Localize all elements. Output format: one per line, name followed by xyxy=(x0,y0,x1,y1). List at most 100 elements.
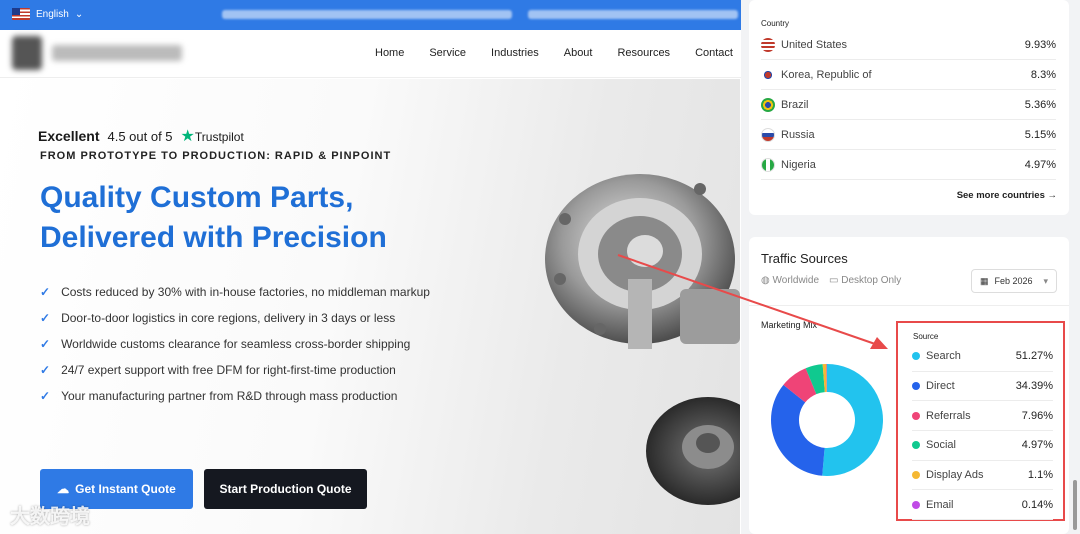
date-dropdown[interactable]: ▦ Feb 2026 ▾ xyxy=(971,269,1057,293)
source-name: Referrals xyxy=(926,409,971,422)
country-card: Country United States 9.93% Korea, Repub… xyxy=(749,0,1069,215)
calendar-icon: ▦ xyxy=(980,275,989,286)
country-pct: 5.15% xyxy=(1024,128,1056,141)
see-more-countries-link[interactable]: See more countries → xyxy=(957,190,1057,201)
country-name: Korea, Republic of xyxy=(781,68,872,81)
source-name: Social xyxy=(926,439,956,452)
nav-item-contact[interactable]: Contact xyxy=(695,47,733,59)
country-row-korea: Korea, Republic of 8.3% xyxy=(761,60,1056,90)
country-pct: 9.93% xyxy=(1024,38,1056,51)
country-row-nigeria: Nigeria 4.97% xyxy=(761,150,1056,180)
legend-dot-icon xyxy=(912,500,920,509)
hero-headline: Quality Custom Parts, Delivered with Pre… xyxy=(40,178,387,258)
trustpilot-label: Trustpilot xyxy=(194,130,244,144)
russia-flag-icon xyxy=(761,127,775,142)
country-name: United States xyxy=(781,38,848,51)
marketing-mix-label: Marketing Mix xyxy=(761,320,818,330)
source-label: Source xyxy=(913,332,939,341)
blurred-contact-info xyxy=(222,10,512,19)
brazil-flag-icon xyxy=(761,97,775,112)
check-icon: ✓ xyxy=(40,337,51,351)
legend-dot-icon xyxy=(912,352,920,361)
headline-line-1: Quality Custom Parts, xyxy=(40,181,354,214)
benefit-text: Costs reduced by 30% with in-house facto… xyxy=(61,285,430,299)
source-pct: 0.14% xyxy=(1021,498,1053,511)
source-pct: 7.96% xyxy=(1021,409,1053,422)
source-name: Direct xyxy=(926,380,955,393)
source-row-referrals: Referrals 7.96% xyxy=(912,401,1053,432)
traffic-sources-title: Traffic Sources xyxy=(761,251,848,266)
source-name: Display Ads xyxy=(926,469,984,482)
benefit-list: ✓ Costs reduced by 30% with in-house fact… xyxy=(40,279,430,409)
country-row-brazil: Brazil 5.36% xyxy=(761,90,1056,120)
benefit-text: 24/7 expert support with free DFM for ri… xyxy=(61,363,396,377)
source-row-direct: Direct 34.39% xyxy=(912,372,1053,402)
legend-dot-icon xyxy=(912,471,920,480)
us-flag-icon xyxy=(761,37,775,52)
source-row-social: Social 4.97% xyxy=(912,431,1053,461)
source-name: Email xyxy=(926,498,954,511)
blurred-brand-name xyxy=(52,45,182,61)
hero-tagline: FROM PROTOTYPE TO PRODUCTION: RAPID & PI… xyxy=(40,150,392,162)
country-pct: 8.3% xyxy=(1030,68,1056,81)
headline-line-2: Delivered with Precision xyxy=(40,221,387,254)
logo[interactable] xyxy=(12,36,42,70)
list-item: ✓ 24/7 expert support with free DFM for r… xyxy=(40,357,430,383)
source-name: Search xyxy=(926,350,961,363)
nigeria-flag-icon xyxy=(761,157,775,172)
donut-slice-search[interactable] xyxy=(822,364,883,476)
country-label: Country xyxy=(761,19,790,28)
country-pct: 5.36% xyxy=(1024,98,1056,111)
source-pct: 4.97% xyxy=(1021,439,1053,452)
traffic-filters: ◍ Worldwide ▭ Desktop Only xyxy=(761,275,901,286)
benefit-text: Your manufacturing partner from R&D thro… xyxy=(61,389,398,403)
nav-menu: Home Service Industries About Resources … xyxy=(375,47,733,59)
link-label: See more countries xyxy=(956,190,1045,201)
marketing-mix-donut-chart xyxy=(771,364,883,476)
benefit-text: Door-to-door logistics in core regions, … xyxy=(61,311,396,325)
rating-text: 4.5 out of 5 xyxy=(107,128,173,144)
nav-item-service[interactable]: Service xyxy=(429,47,466,59)
country-row-russia: Russia 5.15% xyxy=(761,120,1056,150)
source-row-display-ads: Display Ads 1.1% xyxy=(912,461,1053,491)
watermark: 大数跨境 xyxy=(10,506,90,528)
nav-item-resources[interactable]: Resources xyxy=(617,47,670,59)
trustpilot-rating[interactable]: Excellent 4.5 out of 5 ★Trustpilot xyxy=(38,126,244,146)
nav-item-about[interactable]: About xyxy=(564,47,593,59)
source-pct: 1.1% xyxy=(1027,469,1053,482)
legend-dot-icon xyxy=(912,411,920,420)
check-icon: ✓ xyxy=(40,285,51,299)
benefit-text: Worldwide customs clearance for seamless… xyxy=(61,337,411,351)
legend-dot-icon xyxy=(912,382,920,391)
korea-flag-icon xyxy=(761,67,775,82)
donut-slice-direct[interactable] xyxy=(771,384,825,476)
list-item: ✓ Your manufacturing partner from R&D thr… xyxy=(40,383,430,409)
chevron-down-icon: ⌄ xyxy=(74,8,84,20)
source-row-search: Search 51.27% xyxy=(912,342,1053,372)
scrollbar[interactable] xyxy=(1073,480,1077,530)
language-label: English xyxy=(36,8,69,20)
divider xyxy=(749,305,1069,306)
list-item: ✓ Door-to-door logistics in core regions,… xyxy=(40,305,430,331)
start-production-quote-button[interactable]: Start Production Quote xyxy=(204,469,367,509)
check-icon: ✓ xyxy=(40,363,51,377)
list-item: ✓ Costs reduced by 30% with in-house fact… xyxy=(40,279,430,305)
list-item: ✓ Worldwide customs clearance for seamles… xyxy=(40,331,430,357)
legend-dot-icon xyxy=(912,441,920,450)
monitor-icon: ▭ xyxy=(829,275,839,286)
blurred-contact-info xyxy=(528,10,738,19)
source-row-email: Email 0.14% xyxy=(912,491,1053,521)
rating-word: Excellent xyxy=(38,128,100,144)
check-icon: ✓ xyxy=(40,311,51,325)
trustpilot-star-icon: ★ xyxy=(180,128,195,145)
language-selector[interactable]: English ⌄ xyxy=(12,8,83,20)
country-pct: 4.97% xyxy=(1024,158,1056,171)
check-icon: ✓ xyxy=(40,389,51,403)
country-row-united-states: United States 9.93% xyxy=(761,30,1056,60)
arrow-right-icon: → xyxy=(1047,190,1058,201)
scope-label: Worldwide xyxy=(772,275,820,286)
us-flag-icon xyxy=(12,8,30,20)
nav-item-industries[interactable]: Industries xyxy=(491,47,539,59)
nav-item-home[interactable]: Home xyxy=(375,47,404,59)
source-pct: 51.27% xyxy=(1015,350,1053,363)
